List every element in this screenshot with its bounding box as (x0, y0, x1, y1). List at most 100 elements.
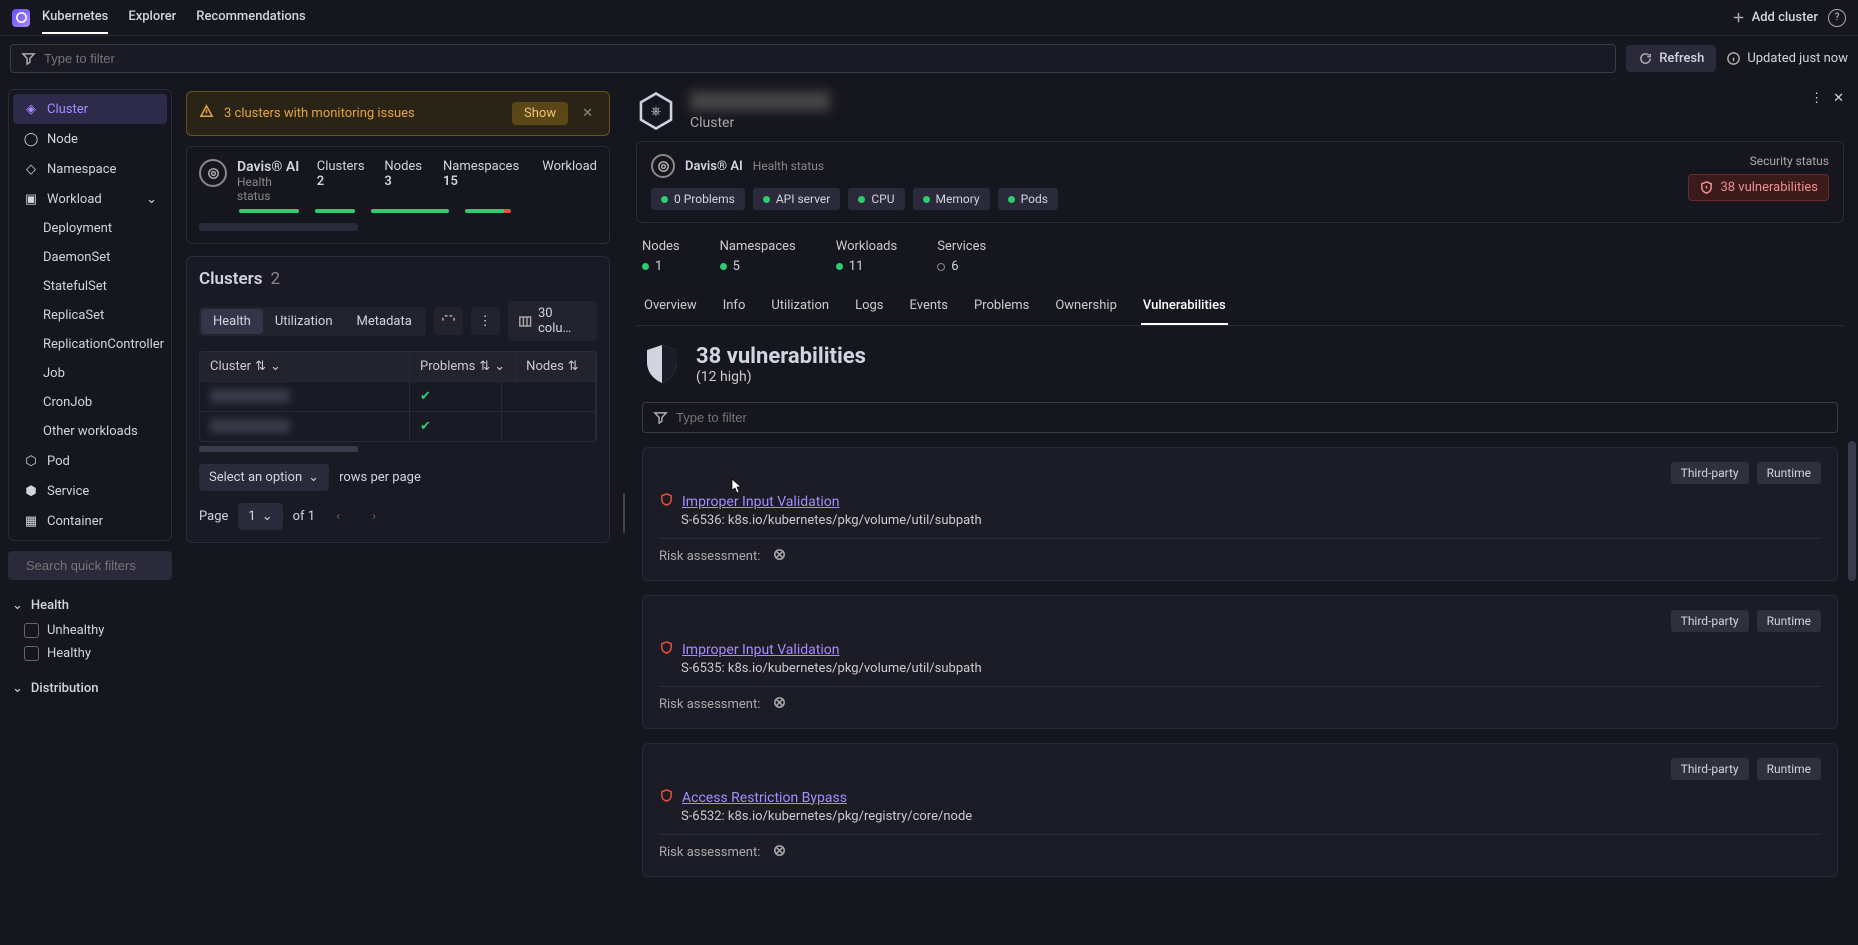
add-cluster-button[interactable]: Add cluster (1731, 10, 1818, 25)
pill-pods[interactable]: Pods (998, 188, 1058, 210)
close-detail-button[interactable]: ✕ (1833, 91, 1844, 106)
search-quick-filters-input[interactable] (26, 558, 180, 573)
global-filter-input[interactable] (44, 51, 1605, 66)
vulnerability-link[interactable]: Improper Input Validation (682, 642, 839, 658)
nav-tab-explorer[interactable]: Explorer (128, 1, 176, 34)
rows-per-page-select[interactable]: Select an option ⌄ (199, 464, 329, 491)
sidebar-item-deployment[interactable]: Deployment (13, 214, 167, 243)
more-options-button[interactable]: ⋮ (471, 307, 500, 335)
vulnerability-card: Third-party Runtime Improper Input Valid… (642, 595, 1838, 729)
sidebar-item-label: Cluster (47, 102, 88, 117)
info-icon (1726, 51, 1741, 66)
tab-utilization[interactable]: Utilization (769, 288, 831, 325)
vulnerabilities-filter[interactable] (642, 402, 1838, 433)
clusters-table: Cluster ⇅ ⌄ Problems ⇅ ⌄ Nodes ⇅ ✔ ✔ (199, 351, 597, 442)
pill-memory[interactable]: Memory (913, 188, 990, 210)
sidebar-item-replicationcontroller[interactable]: ReplicationController (13, 330, 167, 359)
chevron-down-icon: ⌄ (270, 359, 281, 374)
vulnerability-link[interactable]: Improper Input Validation (682, 494, 839, 510)
sidebar-item-pod[interactable]: ⬡ Pod (13, 446, 167, 476)
view-tab-metadata[interactable]: Metadata (345, 309, 424, 334)
tab-ownership[interactable]: Ownership (1053, 288, 1119, 325)
help-icon[interactable]: ? (1828, 9, 1846, 27)
sort-icon: ⇅ (255, 359, 266, 374)
sidebar-item-service[interactable]: ⬢ Service (13, 476, 167, 506)
search-quick-filters[interactable] (8, 551, 172, 580)
expand-icon (441, 314, 456, 329)
davis-subtitle: Health status (753, 159, 824, 173)
vulnerabilities-badge[interactable]: 38 vulnerabilities (1688, 174, 1829, 201)
metrics-row: Nodes 1 Namespaces 5 Workloads 11 Servic… (636, 235, 1844, 288)
sidebar-item-label: Node (47, 132, 78, 147)
sidebar-item-daemonset[interactable]: DaemonSet (13, 243, 167, 272)
tab-logs[interactable]: Logs (853, 288, 885, 325)
panel-resizer[interactable] (620, 81, 628, 945)
sidebar-item-other-workloads[interactable]: Other workloads (13, 417, 167, 446)
table-row[interactable]: ✔ (200, 381, 596, 411)
container-icon: ▦ (23, 513, 39, 529)
pill-cpu[interactable]: CPU (848, 188, 904, 210)
column-header-nodes[interactable]: Nodes ⇅ (516, 352, 596, 381)
sidebar-item-container[interactable]: ▦ Container (13, 506, 167, 536)
prev-page-button[interactable]: ‹ (325, 504, 351, 530)
horizontal-scrollbar[interactable] (199, 223, 358, 231)
vulnerability-link[interactable]: Access Restriction Bypass (682, 790, 847, 806)
service-icon: ⬢ (23, 483, 39, 499)
refresh-button[interactable]: Refresh (1626, 45, 1716, 72)
filter-label: Healthy (47, 646, 91, 661)
table-horizontal-scrollbar[interactable] (199, 446, 358, 452)
global-filter-input-wrap[interactable] (10, 44, 1616, 73)
page-select[interactable]: 1 ⌄ (238, 503, 282, 530)
tab-overview[interactable]: Overview (642, 288, 699, 325)
table-row[interactable]: ✔ (200, 411, 596, 441)
view-tab-health[interactable]: Health (201, 309, 263, 334)
vulnerabilities-filter-input[interactable] (676, 410, 1827, 425)
sidebar-item-statefulset[interactable]: StatefulSet (13, 272, 167, 301)
monitoring-issues-alert: 3 clusters with monitoring issues Show ✕ (186, 91, 610, 136)
sidebar-item-job[interactable]: Job (13, 359, 167, 388)
davis-subtitle: Health status (237, 175, 303, 203)
column-header-cluster[interactable]: Cluster ⇅ ⌄ (200, 352, 410, 381)
filter-group-distribution[interactable]: ⌄ Distribution (8, 675, 172, 702)
alert-close-button[interactable]: ✕ (578, 104, 597, 123)
cluster-name-redacted (210, 419, 290, 433)
view-tab-utilization[interactable]: Utilization (263, 309, 345, 334)
sidebar-item-cronjob[interactable]: CronJob (13, 388, 167, 417)
detail-vertical-scrollbar[interactable] (1848, 441, 1856, 581)
filter-unhealthy[interactable]: Unhealthy (8, 619, 172, 642)
risk-label: Risk assessment: (659, 845, 760, 860)
filter-group-health[interactable]: ⌄ Health (8, 592, 172, 619)
columns-icon (518, 314, 532, 329)
health-bar-clusters (239, 209, 299, 213)
view-tabs: Health Utilization Metadata (199, 307, 426, 336)
shield-alert-icon (1699, 180, 1714, 195)
metric-workloads[interactable]: Workloads 11 (836, 239, 897, 274)
more-options-button[interactable]: ⋮ (1810, 91, 1823, 106)
columns-button[interactable]: 30 colu… (508, 301, 597, 341)
metric-nodes[interactable]: Nodes 1 (642, 239, 680, 274)
column-header-problems[interactable]: Problems ⇅ ⌄ (410, 352, 516, 381)
alert-show-button[interactable]: Show (512, 102, 568, 125)
next-page-button[interactable]: › (361, 504, 387, 530)
expand-button[interactable] (434, 307, 463, 335)
pill-apiserver[interactable]: API server (753, 188, 841, 210)
metric-services[interactable]: Services 6 (937, 239, 986, 274)
tab-info[interactable]: Info (721, 288, 748, 325)
nav-tab-recommendations[interactable]: Recommendations (196, 1, 305, 34)
filter-healthy[interactable]: Healthy (8, 642, 172, 665)
tab-problems[interactable]: Problems (972, 288, 1031, 325)
sidebar-item-node[interactable]: ◯ Node (13, 124, 167, 154)
sidebar-item-namespace[interactable]: ◇ Namespace (13, 154, 167, 184)
sidebar-item-cluster[interactable]: ◈ Cluster (13, 94, 167, 124)
nav-tab-kubernetes[interactable]: Kubernetes (42, 1, 108, 34)
tab-vulnerabilities[interactable]: Vulnerabilities (1141, 288, 1228, 325)
refresh-label: Refresh (1659, 51, 1704, 66)
checkbox-icon (24, 623, 39, 638)
pill-problems[interactable]: 0 Problems (651, 188, 745, 210)
page-label: Page (199, 509, 228, 524)
metric-namespaces[interactable]: Namespaces 5 (720, 239, 796, 274)
sidebar-item-replicaset[interactable]: ReplicaSet (13, 301, 167, 330)
sidebar-item-workload[interactable]: ▣ Workload ⌄ (13, 184, 167, 214)
cluster-detail-panel: ⎈ Cluster ⋮ ✕ Davis® AI Health status (628, 81, 1858, 945)
tab-events[interactable]: Events (908, 288, 950, 325)
